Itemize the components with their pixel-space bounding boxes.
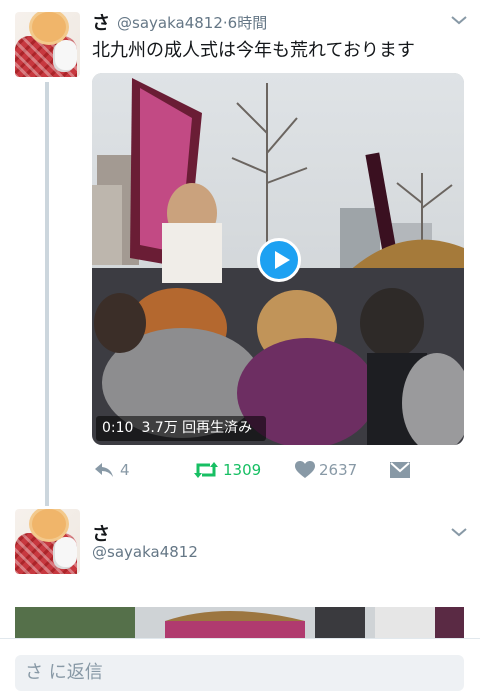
reply-author-avatar[interactable]	[15, 509, 80, 574]
avatar-doll	[55, 40, 77, 70]
composer-divider	[0, 638, 480, 639]
video-view-count: 3.7万 回再生済み	[141, 420, 253, 436]
retweet-count: 1309	[223, 461, 262, 479]
reply-media-preview[interactable]	[15, 607, 464, 639]
reply-input[interactable]: さ に返信	[15, 655, 464, 691]
avatar-face-sticker	[32, 509, 66, 539]
direct-message-action[interactable]	[390, 458, 410, 482]
play-button[interactable]	[257, 238, 301, 282]
retweet-icon	[194, 462, 218, 478]
video-info-badge: 0:10 3.7万 回再生済み	[96, 416, 267, 441]
avatar-face-sticker	[32, 12, 66, 42]
thread-line	[45, 82, 49, 506]
author-name[interactable]: さ	[92, 9, 110, 35]
reply-icon	[95, 463, 113, 477]
video-player[interactable]	[92, 73, 464, 445]
like-count: 2637	[319, 461, 358, 479]
chevron-down-icon[interactable]	[450, 14, 468, 26]
chevron-down-icon[interactable]	[450, 526, 468, 538]
heart-icon	[295, 461, 315, 478]
tweet-meta: @sayaka4812·6時間	[117, 12, 267, 33]
author-handle[interactable]: @sayaka4812	[117, 14, 223, 32]
reply-author-handle[interactable]: @sayaka4812	[92, 543, 198, 561]
envelope-icon	[390, 462, 410, 478]
reply-media-thumbnail	[15, 607, 464, 639]
retweet-action[interactable]: 1309	[193, 458, 261, 482]
tweet-time[interactable]: 6時間	[228, 14, 268, 32]
reply-action[interactable]: 4	[92, 458, 130, 482]
author-avatar[interactable]	[15, 12, 80, 77]
video-duration: 0:10	[102, 420, 134, 436]
reply-count: 4	[120, 461, 130, 479]
tweet-text: 北九州の成人式は今年も荒れております	[92, 40, 415, 61]
avatar-doll	[55, 537, 77, 567]
like-action[interactable]: 2637	[295, 458, 357, 482]
